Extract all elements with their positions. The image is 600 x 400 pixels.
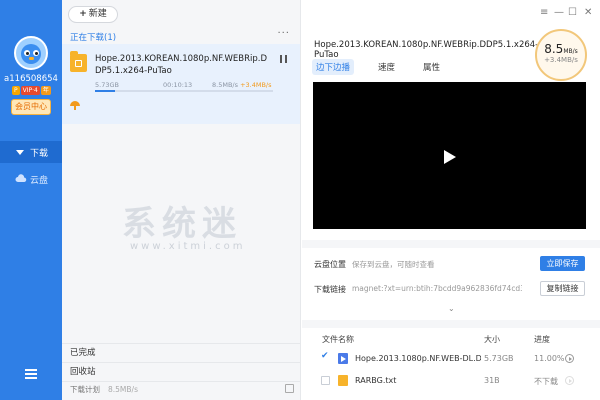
play-icon[interactable] — [444, 150, 456, 164]
checkbox-unchecked-icon[interactable] — [321, 376, 330, 385]
column-header-filename: 文件名称 — [322, 335, 354, 344]
recycle-bin-label: 回收站 — [70, 367, 96, 377]
cloud-icon — [15, 174, 27, 184]
download-item-name: Hope.2013.KOREAN.1080p.NF.WEBRip.DDP5.1.… — [95, 54, 268, 76]
hamburger-menu-icon[interactable] — [25, 369, 37, 381]
annual-badge: 年 — [40, 86, 51, 95]
download-plan-speed: 8.5MB/s — [108, 385, 138, 394]
column-header-size: 大小 — [484, 335, 500, 344]
speed-main-group: 8.5MB/s — [537, 42, 585, 56]
detail-title: Hope.2013.KOREAN.1080p.NF.WEBRip.DDP5.1.… — [314, 40, 539, 60]
file-progress: 11.00% — [534, 354, 565, 363]
maximize-icon[interactable]: ☐ — [568, 7, 577, 18]
beak-icon — [29, 57, 34, 60]
minimize-icon[interactable]: — — [554, 7, 564, 18]
tab-speed[interactable]: 速度 — [374, 59, 399, 75]
username[interactable]: a116508654 — [0, 74, 62, 84]
download-plan[interactable]: 下载计划 8.5MB/s — [70, 384, 138, 395]
file-row[interactable]: ✔ Hope.2013.1080p.NF.WEB-DL.DD... 5.73GB… — [302, 351, 600, 367]
sidebar: a116508654 P VIP·4 年 会员中心 下载 云盘 — [0, 0, 62, 400]
completed-section[interactable]: 已完成 — [62, 343, 300, 362]
video-file-icon — [338, 353, 348, 364]
download-item[interactable]: Hope.2013.KOREAN.1080p.NF.WEBRip.DDP5.1.… — [62, 44, 300, 124]
vip-center-button[interactable]: 会员中心 — [11, 99, 51, 115]
download-size: 5.73GB — [95, 81, 119, 89]
download-speed-group: 8.5MB/s +3.4MB/s — [212, 81, 272, 89]
menu-icon[interactable]: ≡ — [540, 7, 548, 18]
download-progress-bar — [95, 90, 273, 92]
save-now-button[interactable]: 立即保存 — [540, 256, 585, 271]
eye-icon — [33, 50, 39, 56]
tab-play-while-download[interactable]: 边下边播 — [312, 59, 355, 75]
speed-unit: MB/s — [563, 48, 578, 55]
copy-link-button[interactable]: 复制链接 — [540, 281, 585, 296]
speed-boost: +3.4MB/s — [544, 56, 578, 64]
p-badge: P — [12, 86, 20, 95]
new-task-label: 新建 — [88, 9, 107, 19]
play-file-icon[interactable] — [565, 376, 574, 385]
download-speed: 8.5MB/s — [212, 81, 238, 89]
watermark-logo: 系统迷 — [122, 204, 242, 244]
accelerate-icon[interactable] — [70, 101, 80, 111]
file-name: Hope.2013.1080p.NF.WEB-DL.DD... — [355, 354, 481, 363]
file-row[interactable]: RARBG.txt 31B 不下载 — [302, 373, 600, 389]
eye-icon — [24, 50, 30, 56]
new-task-button[interactable]: + 新建 — [68, 6, 118, 23]
lock-icon[interactable] — [285, 384, 294, 393]
divider — [302, 240, 600, 248]
tab-properties[interactable]: 属性 — [419, 59, 444, 75]
plus-icon: + — [79, 9, 87, 19]
download-boost-speed: +3.4MB/s — [240, 81, 272, 89]
sidebar-item-label: 下载 — [30, 148, 49, 159]
chevron-down-icon[interactable]: ⌄ — [448, 304, 455, 313]
download-link-label: 下载链接 — [314, 285, 346, 294]
vip-badges: P VIP·4 年 — [12, 86, 51, 95]
cloud-location-label: 云盘位置 — [314, 260, 346, 269]
cloud-location-value: 保存到云盘，可随时查看 — [352, 260, 435, 269]
detail-panel: ≡ — ☐ ✕ Hope.2013.KOREAN.1080p.NF.WEBRip… — [302, 0, 600, 400]
sidebar-item-label: 云盘 — [30, 175, 49, 186]
download-icon — [15, 147, 25, 157]
download-time-left: 00:10:13 — [163, 81, 193, 89]
detail-tabs: 边下边播 速度 属性 — [312, 59, 444, 75]
file-name: RARBG.txt — [355, 376, 397, 385]
play-file-icon[interactable] — [565, 354, 574, 363]
speed-gauge: 8.5MB/s +3.4MB/s — [535, 29, 587, 81]
checkbox-checked-icon[interactable]: ✔ — [321, 351, 330, 361]
vip-level-badge: VIP·4 — [20, 86, 40, 95]
download-progress-fill — [95, 90, 115, 92]
download-link-value[interactable]: magnet:?xt=urn:btih:7bcdd9a962836fd74cd3… — [352, 284, 522, 293]
column-header-progress: 进度 — [534, 335, 550, 344]
sidebar-item-cloud[interactable]: 云盘 — [0, 168, 62, 190]
speed-main: 8.5 — [544, 42, 564, 56]
downloading-section-title[interactable]: 正在下载(1) — [70, 31, 116, 43]
more-options-icon[interactable]: ··· — [277, 28, 290, 39]
sidebar-item-download[interactable]: 下载 — [0, 141, 62, 163]
video-player[interactable] — [313, 82, 586, 229]
download-plan-label: 下载计划 — [70, 385, 100, 394]
recycle-bin-section[interactable]: 回收站 — [62, 362, 300, 381]
avatar[interactable] — [14, 36, 48, 70]
text-file-icon — [338, 375, 348, 386]
completed-label: 已完成 — [70, 348, 96, 358]
file-size: 31B — [484, 376, 500, 385]
file-progress: 不下载 — [534, 377, 558, 386]
divider — [302, 320, 600, 328]
pause-icon[interactable] — [280, 55, 288, 63]
close-icon[interactable]: ✕ — [584, 7, 592, 18]
watermark-url: www.xitmi.com — [130, 241, 246, 252]
folder-icon — [70, 51, 87, 72]
file-size: 5.73GB — [484, 354, 514, 363]
